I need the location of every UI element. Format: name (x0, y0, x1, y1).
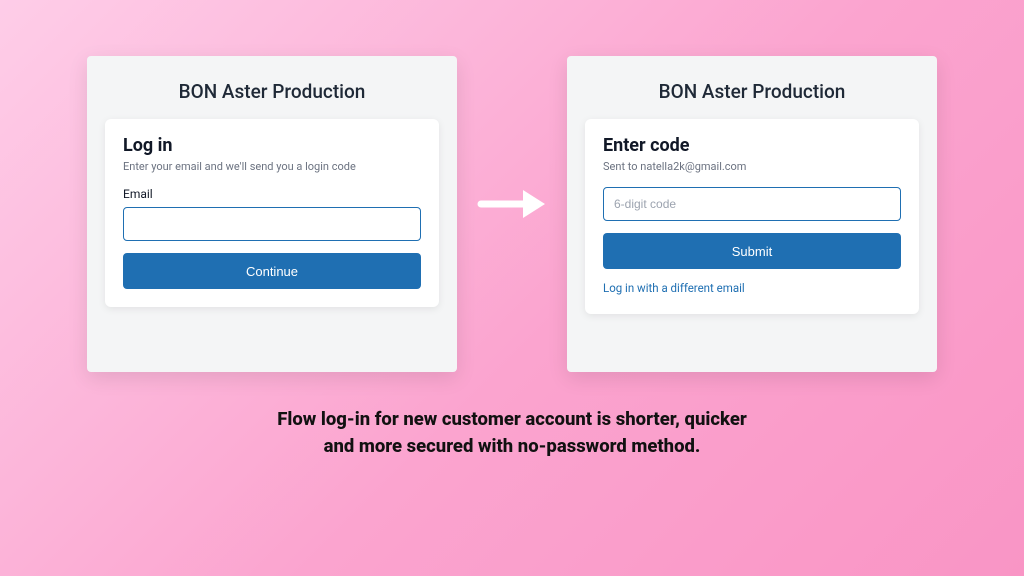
brand-title-right: BON Aster Production (585, 80, 919, 103)
login-heading: Log in (123, 135, 421, 156)
code-panel: BON Aster Production Enter code Sent to … (567, 56, 937, 372)
flow-arrow (475, 186, 549, 222)
email-label: Email (123, 187, 421, 201)
caption-line-1: Flow log-in for new customer account is … (277, 408, 747, 430)
login-card: Log in Enter your email and we'll send y… (105, 119, 439, 307)
continue-button[interactable]: Continue (123, 253, 421, 289)
caption-line-2: and more secured with no-password method… (324, 435, 701, 457)
panels-row: BON Aster Production Log in Enter your e… (87, 56, 937, 372)
stage: BON Aster Production Log in Enter your e… (0, 0, 1024, 576)
different-email-link[interactable]: Log in with a different email (603, 281, 745, 295)
code-heading: Enter code (603, 135, 901, 156)
email-input[interactable] (123, 207, 421, 241)
login-panel: BON Aster Production Log in Enter your e… (87, 56, 457, 372)
login-sub: Enter your email and we'll send you a lo… (123, 160, 421, 173)
code-card: Enter code Sent to natella2k@gmail.com S… (585, 119, 919, 314)
brand-title-left: BON Aster Production (105, 80, 439, 103)
submit-button[interactable]: Submit (603, 233, 901, 269)
code-sub: Sent to natella2k@gmail.com (603, 160, 901, 173)
code-input[interactable] (603, 187, 901, 221)
caption: Flow log-in for new customer account is … (277, 406, 747, 460)
arrow-right-icon (477, 186, 547, 222)
